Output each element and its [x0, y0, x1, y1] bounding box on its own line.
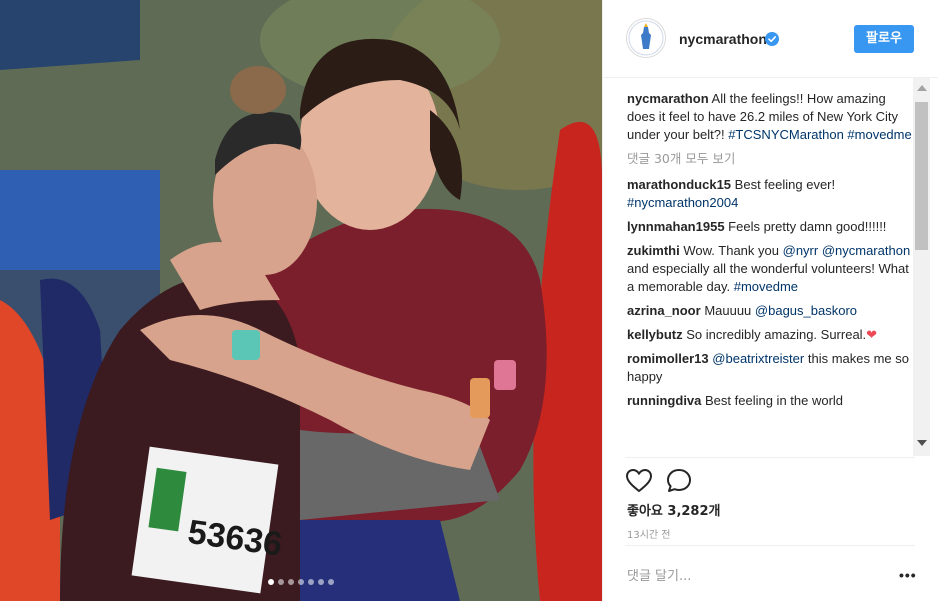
list-item: kellybutz So incredibly amazing. Surreal… [627, 326, 913, 344]
divider [625, 457, 915, 458]
scroll-down-arrow-icon[interactable] [917, 440, 927, 446]
nyc-marathon-logo-icon [628, 20, 664, 56]
comment-username[interactable]: romimoller13 [627, 351, 709, 366]
like-count[interactable]: 좋아요 3,282개 [627, 500, 721, 519]
post-username[interactable]: nycmarathon [679, 31, 767, 47]
carousel-dot[interactable] [308, 579, 314, 585]
caption-username[interactable]: nycmarathon [627, 91, 709, 106]
comment-username[interactable]: marathonduck15 [627, 177, 731, 192]
heart-emoji-icon: ❤ [866, 327, 878, 342]
carousel-dot-active[interactable] [268, 579, 274, 585]
heart-outline-icon[interactable] [625, 467, 653, 495]
speech-bubble-icon[interactable] [665, 467, 693, 495]
carousel-dot[interactable] [278, 579, 284, 585]
comment-hashtag[interactable]: #movedme [734, 279, 798, 294]
comment-username[interactable]: runningdiva [627, 393, 701, 408]
verified-badge-icon [765, 32, 779, 46]
carousel-dot[interactable] [298, 579, 304, 585]
comment-username[interactable]: lynnmahan1955 [627, 219, 725, 234]
scroll-up-arrow-icon[interactable] [917, 85, 927, 91]
comment-username[interactable]: zukimthi [627, 243, 680, 258]
comment-text: Best feeling ever! [734, 177, 836, 192]
comment-text: Mauuuu [704, 303, 752, 318]
add-comment-input[interactable]: 댓글 달기... [627, 565, 691, 584]
list-item: zukimthi Wow. Thank you @nyrr @nycmarath… [627, 242, 913, 296]
follow-button[interactable]: 팔로우 [854, 25, 914, 53]
list-item: lynnmahan1955 Feels pretty damn good!!!!… [627, 218, 913, 236]
post-side-panel: nycmarathon 팔로우 nycmarathon All the feel… [602, 0, 938, 601]
comment-mention[interactable]: @bagus_baskoro [755, 303, 857, 318]
post-photo[interactable]: 53636 [0, 0, 602, 601]
post-timestamp[interactable]: 13시간 전 [627, 526, 671, 541]
comment-text: Feels pretty damn good!!!!!! [728, 219, 887, 234]
comment-mention[interactable]: @nyrr @nycmarathon [783, 243, 911, 258]
list-item: marathonduck15 Best feeling ever! #nycma… [627, 176, 913, 212]
comment-username[interactable]: azrina_noor [627, 303, 701, 318]
ellipsis-icon[interactable]: ••• [899, 567, 917, 583]
caption-hashtags[interactable]: #TCSNYCMarathon #movedme [728, 127, 912, 142]
comment-text: Wow. Thank you [683, 243, 779, 258]
carousel-dot[interactable] [288, 579, 294, 585]
carousel-indicator[interactable] [268, 579, 334, 585]
comments-list[interactable]: nycmarathon All the feelings!! How amazi… [627, 90, 913, 456]
comment-username[interactable]: kellybutz [627, 327, 683, 342]
comment-text: Best feeling in the world [705, 393, 844, 408]
post-header: nycmarathon 팔로우 [603, 0, 938, 78]
scrollbar-thumb[interactable] [915, 102, 928, 250]
comment-text: So incredibly amazing. Surreal. [686, 327, 867, 342]
view-all-comments-link[interactable]: 댓글 30개 모두 보기 [627, 150, 913, 168]
caption: nycmarathon All the feelings!! How amazi… [627, 90, 913, 144]
list-item: romimoller13 @beatrixtreister this makes… [627, 350, 913, 386]
list-item: runningdiva Best feeling in the world [627, 392, 913, 410]
comments-scrollbar[interactable] [913, 78, 930, 456]
comment-mention[interactable]: @beatrixtreister [712, 351, 804, 366]
carousel-dot[interactable] [328, 579, 334, 585]
carousel-dot[interactable] [318, 579, 324, 585]
avatar[interactable] [626, 18, 666, 58]
divider [625, 545, 915, 546]
marathon-hug-photo: 53636 [0, 0, 602, 601]
comment-hashtag[interactable]: #nycmarathon2004 [627, 195, 738, 210]
list-item: azrina_noor Mauuuu @bagus_baskoro [627, 302, 913, 320]
